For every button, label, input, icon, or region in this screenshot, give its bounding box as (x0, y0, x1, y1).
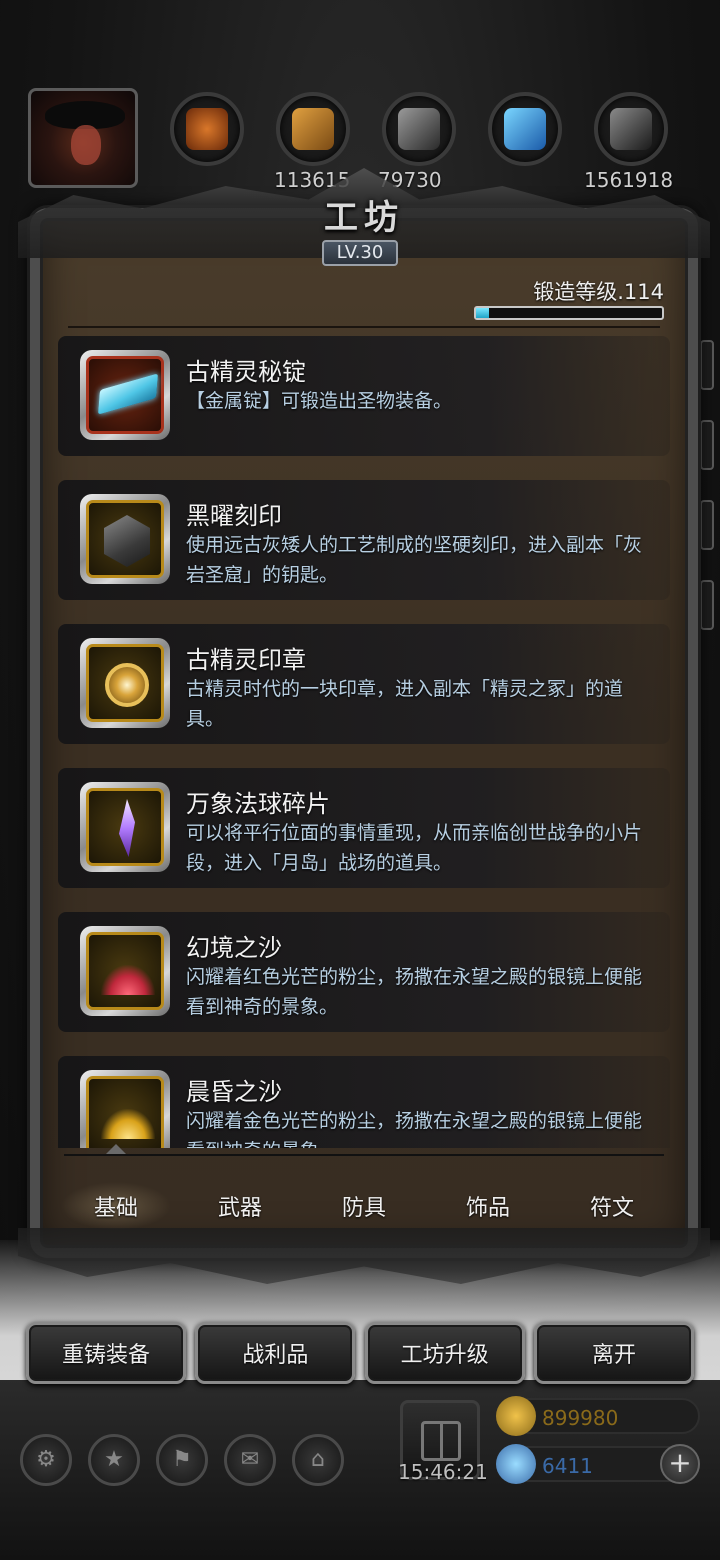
elf-seal-icon (105, 663, 149, 707)
workshop-panel: 工坊 LV.30 锻造等级.114 古精灵秘锭 【金属锭】可锻造出圣物装备。 黑… (18, 168, 710, 1298)
item-icon-frame (80, 350, 170, 440)
ore-icon[interactable] (170, 92, 244, 166)
ingot-icon (97, 373, 159, 415)
upgrade-workshop-button[interactable]: 工坊升级 (364, 1322, 525, 1384)
list-item[interactable]: 古精灵秘锭 【金属锭】可锻造出圣物装备。 (58, 336, 670, 456)
item-description: 可以将平行位面的事情重现，从而亲临创世战争的小片段，进入「月岛」战场的道具。 (186, 822, 643, 874)
gem-amount: 6411 (542, 1454, 593, 1478)
mail-icon[interactable]: ✉ (224, 1434, 276, 1486)
header-divider (68, 326, 660, 328)
item-title: 万象法球碎片 (186, 790, 330, 818)
tab-accessories[interactable]: 饰品 (433, 1182, 543, 1230)
gem-display: 6411 + (496, 1444, 700, 1484)
leave-button[interactable]: 离开 (533, 1322, 694, 1384)
tab-armor[interactable]: 防具 (309, 1182, 419, 1230)
side-tab[interactable] (700, 420, 714, 470)
loot-button[interactable]: 战利品 (195, 1322, 356, 1384)
item-title: 古精灵秘锭 (186, 358, 306, 386)
gold-display: 899980 (496, 1396, 700, 1436)
crystal-icon[interactable] (488, 92, 562, 166)
side-tab[interactable] (700, 580, 714, 630)
frame-ornament-bottom (18, 1228, 710, 1284)
side-tab[interactable] (700, 500, 714, 550)
workshop-level-badge: LV.30 (322, 240, 398, 266)
iron-icon[interactable] (594, 92, 668, 166)
tab-basic[interactable]: 基础 (61, 1182, 171, 1230)
item-icon-frame (80, 926, 170, 1016)
guild-icon[interactable]: ⚑ (156, 1434, 208, 1486)
item-description: 闪耀着金色光芒的粉尘，扬撒在永望之殿的银镜上便能看到神奇的景象。 (186, 1110, 643, 1148)
item-icon-frame (80, 1070, 170, 1148)
gold-coin-icon (496, 1396, 536, 1436)
item-title: 黑曜刻印 (186, 502, 282, 530)
item-icon-frame (80, 638, 170, 728)
item-title: 幻境之沙 (186, 934, 282, 962)
item-description: 古精灵时代的一块印章，进入副本「精灵之冢」的道具。 (186, 678, 624, 730)
gift-code-icon[interactable]: ⌂ (292, 1434, 344, 1486)
reforge-button[interactable]: 重铸装备 (26, 1322, 186, 1384)
forge-progress-fill (476, 308, 490, 318)
category-tabs: 基础 武器 防具 饰品 符文 (54, 1178, 674, 1234)
forge-level-label: 锻造等级.114 (533, 280, 664, 304)
achievement-icon[interactable]: ★ (88, 1434, 140, 1486)
obsidian-seal-icon (104, 515, 150, 567)
forge-progress-bar (474, 306, 664, 320)
list-item[interactable]: 万象法球碎片 可以将平行位面的事情重现，从而亲临创世战争的小片段，进入「月岛」战… (58, 768, 670, 888)
item-icon-frame (80, 782, 170, 872)
gift-timer: 15:46:21 (398, 1460, 488, 1484)
gold-sand-icon (101, 1109, 155, 1139)
gem-icon (496, 1444, 536, 1484)
stone-icon[interactable] (382, 92, 456, 166)
wood-icon[interactable] (276, 92, 350, 166)
caret-up-icon (106, 1144, 126, 1154)
side-tab[interactable] (700, 340, 714, 390)
add-gems-button[interactable]: + (660, 1444, 700, 1484)
list-item[interactable]: 古精灵印章 古精灵时代的一块印章，进入副本「精灵之冢」的道具。 (58, 624, 670, 744)
tabs-divider (64, 1154, 664, 1156)
avatar-face (71, 125, 101, 165)
list-item[interactable]: 晨昏之沙 闪耀着金色光芒的粉尘，扬撒在永望之殿的银镜上便能看到神奇的景象。 (58, 1056, 670, 1148)
panel-title: 工坊 (324, 198, 404, 238)
item-list[interactable]: 古精灵秘锭 【金属锭】可锻造出圣物装备。 黑曜刻印 使用远古灰矮人的工艺制成的坚… (58, 336, 670, 1148)
red-sand-icon (101, 965, 155, 995)
item-description: 使用远古灰矮人的工艺制成的坚硬刻印，进入副本「灰岩圣窟」的钥匙。 (186, 534, 643, 586)
item-icon-frame (80, 494, 170, 584)
action-bar: 重铸装备 战利品 工坊升级 离开 (26, 1322, 694, 1384)
item-description: 闪耀着红色光芒的粉尘，扬撒在永望之殿的银镜上便能看到神奇的景象。 (186, 966, 643, 1018)
settings-icon[interactable]: ⚙ (20, 1434, 72, 1486)
gold-amount: 899980 (542, 1406, 619, 1430)
item-title: 古精灵印章 (186, 646, 306, 674)
item-description: 【金属锭】可锻造出圣物装备。 (186, 390, 453, 412)
item-title: 晨昏之沙 (186, 1078, 282, 1106)
list-item[interactable]: 幻境之沙 闪耀着红色光芒的粉尘，扬撒在永望之殿的银镜上便能看到神奇的景象。 (58, 912, 670, 1032)
tab-weapons[interactable]: 武器 (185, 1182, 295, 1230)
crystal-shard-icon (119, 799, 135, 857)
list-item[interactable]: 黑曜刻印 使用远古灰矮人的工艺制成的坚硬刻印，进入副本「灰岩圣窟」的钥匙。 (58, 480, 670, 600)
gift-icon (421, 1421, 461, 1461)
tab-runes[interactable]: 符文 (557, 1182, 667, 1230)
